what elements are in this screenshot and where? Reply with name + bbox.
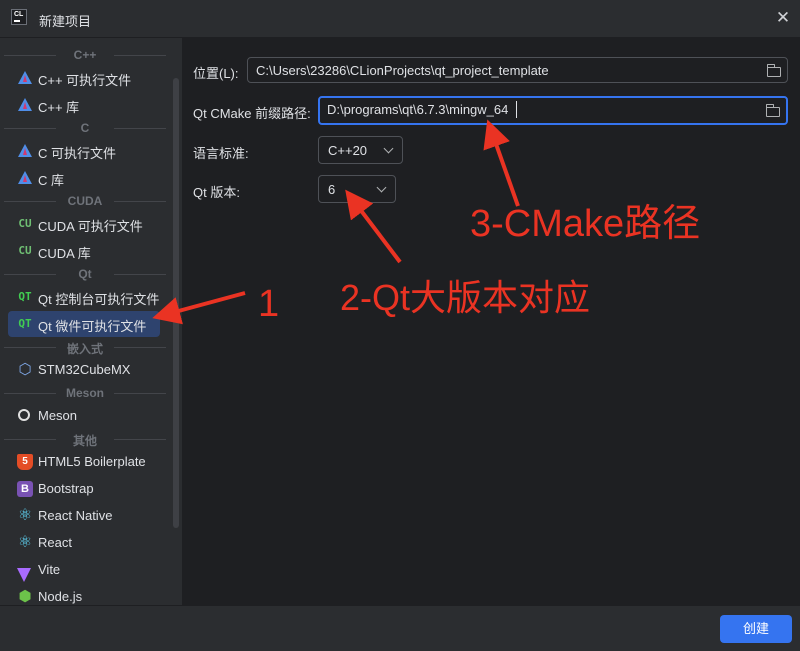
arrow-to-qt-version xyxy=(345,189,402,264)
annotation-3: 3-CMake路径 xyxy=(470,203,701,245)
annotation-arrows xyxy=(152,119,520,325)
arrow-to-qt-widgets xyxy=(152,291,246,325)
arrow-to-cmake-prefix xyxy=(483,119,520,207)
annotation-2: 2-Qt大版本对应 xyxy=(340,277,591,318)
annotation-1: 1 xyxy=(258,283,280,325)
